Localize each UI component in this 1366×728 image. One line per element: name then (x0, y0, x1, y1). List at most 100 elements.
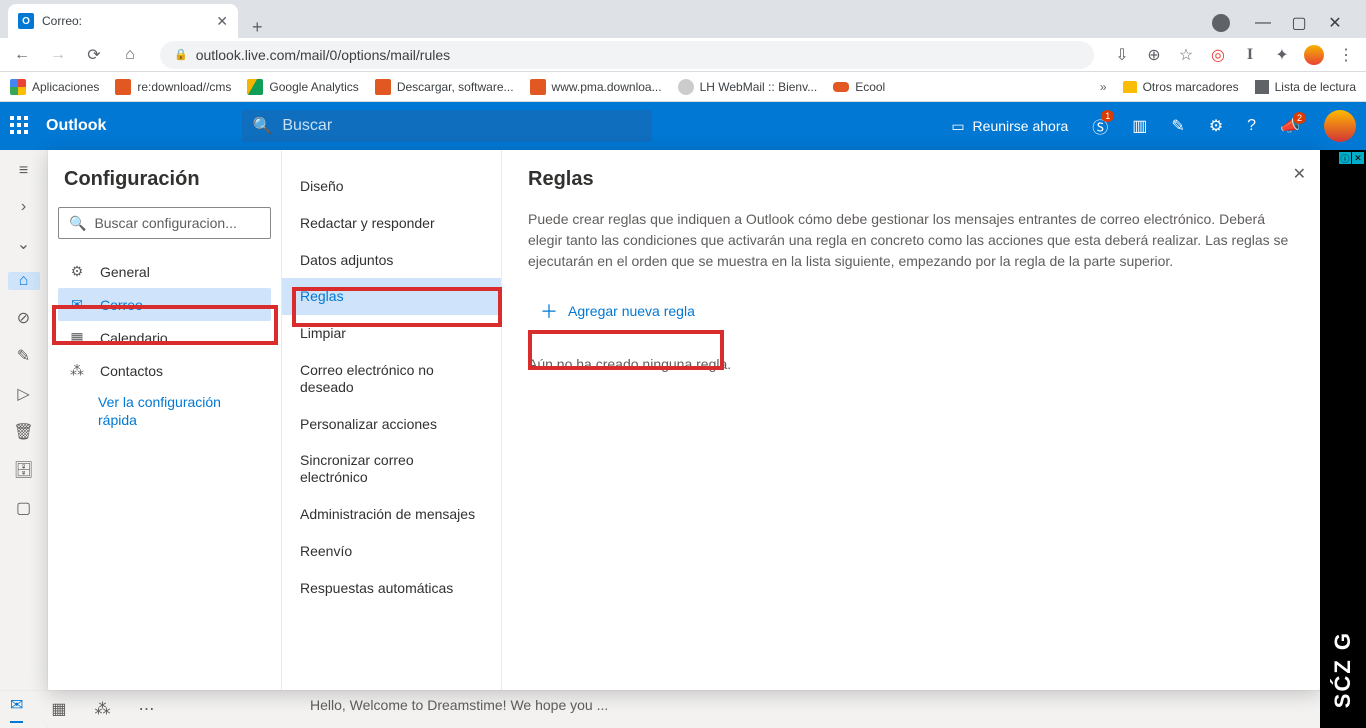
tab-title: Correo: (42, 14, 208, 28)
sub-compose[interactable]: Redactar y responder (282, 205, 501, 242)
hamburger-icon[interactable]: ≡ (19, 162, 28, 180)
app-name[interactable]: Outlook (46, 117, 106, 135)
browser-tab[interactable]: O Correo: ✕ (8, 4, 238, 38)
sent-icon[interactable]: ▷ (17, 384, 29, 404)
teams-icon[interactable]: ▥ (1132, 116, 1147, 136)
url-text: outlook.live.com/mail/0/options/mail/rul… (196, 47, 450, 63)
gear-icon: ⚙ (68, 263, 86, 280)
close-tab-icon[interactable]: ✕ (216, 13, 228, 30)
star-icon[interactable]: ☆ (1176, 45, 1196, 65)
chevron-down-icon[interactable]: ⌄ (17, 234, 30, 254)
deleted-icon[interactable]: 🗑 (13, 422, 33, 442)
profile-avatar[interactable] (1304, 45, 1324, 65)
inbox-icon[interactable]: ⌂ (8, 272, 40, 290)
ext-icon[interactable]: ◎ (1208, 45, 1228, 65)
sub-junk[interactable]: Correo electrónico no deseado (282, 352, 501, 406)
nav-calendar[interactable]: ▦Calendario (58, 321, 271, 354)
lock-icon: 🔒 (174, 48, 188, 61)
install-icon[interactable]: ⇩ (1112, 45, 1132, 65)
sub-forwarding[interactable]: Reenvío (282, 533, 501, 570)
sub-attachments[interactable]: Datos adjuntos (282, 242, 501, 279)
meet-now-button[interactable]: ▭ Reunirse ahora (951, 118, 1068, 135)
bookmark-item[interactable]: Descargar, software... (375, 79, 514, 95)
extensions-icon[interactable]: ✦ (1272, 45, 1292, 65)
sub-actions[interactable]: Personalizar acciones (282, 406, 501, 443)
mail-module-icon[interactable]: ✉ (10, 695, 23, 723)
settings-icon[interactable]: ⚙ (1209, 116, 1223, 136)
calendar-module-icon[interactable]: ▦ (51, 699, 66, 719)
chevron-right-icon[interactable]: › (21, 198, 26, 216)
bookmarks-overflow[interactable]: » (1100, 80, 1107, 94)
search-placeholder: Buscar (282, 117, 332, 135)
sub-sweep[interactable]: Limpiar (282, 315, 501, 352)
message-preview: Hello, Welcome to Dreamstime! We hope yo… (310, 697, 608, 713)
sub-msg-handling[interactable]: Administración de mensajes (282, 496, 501, 533)
apps-bookmark[interactable]: Aplicaciones (10, 79, 99, 95)
settings-subnav-col: Diseño Redactar y responder Datos adjunt… (282, 150, 502, 690)
other-bookmarks[interactable]: Otros marcadores (1123, 80, 1239, 94)
bookmark-item[interactable]: LH WebMail :: Bienv... (678, 79, 818, 95)
add-rule-button[interactable]: ＋ Agregar nueva regla (528, 290, 707, 332)
forward-button[interactable]: → (46, 46, 70, 64)
content-description: Puede crear reglas que indiquen a Outloo… (528, 209, 1294, 272)
announce-icon[interactable]: 📣2 (1280, 116, 1300, 136)
close-window-button[interactable]: ✕ (1320, 8, 1350, 38)
sub-sync[interactable]: Sincronizar correo electrónico (282, 442, 501, 496)
profile-indicator-icon[interactable] (1212, 14, 1230, 32)
plus-icon: ＋ (540, 298, 558, 324)
ad-text: SĆZ G (1330, 631, 1356, 708)
back-button[interactable]: ← (10, 46, 34, 64)
skype-icon[interactable]: Ⓢ1 (1092, 114, 1108, 138)
bookmark-item[interactable]: Ecool (833, 80, 885, 94)
home-button[interactable]: ⌂ (118, 46, 142, 64)
camera-icon: ▭ (951, 118, 964, 135)
nav-mail[interactable]: ✉Correo (58, 288, 271, 321)
settings-nav-col: Configuración 🔍 Buscar configuracion... … (48, 150, 282, 690)
settings-title: Configuración (58, 168, 271, 191)
menu-icon[interactable]: ⋮ (1336, 45, 1356, 65)
nav-people[interactable]: ⁂Contactos (58, 354, 271, 387)
more-modules-icon[interactable]: ⋯ (139, 699, 155, 719)
settings-search-input[interactable]: 🔍 Buscar configuracion... (58, 207, 271, 239)
junk-icon[interactable]: ⊘ (17, 308, 30, 328)
app-launcher-icon[interactable] (10, 116, 30, 136)
ad-sidebar: ⓘ✕ SĆZ G (1320, 150, 1366, 728)
reading-list[interactable]: Lista de lectura (1255, 80, 1356, 94)
bookmark-item[interactable]: www.pma.downloa... (530, 79, 662, 95)
notes-icon[interactable]: ✎ (1171, 116, 1184, 136)
archive-icon[interactable]: 🗄 (13, 460, 33, 480)
settings-panel: Configuración 🔍 Buscar configuracion... … (48, 150, 1320, 690)
bookmark-item[interactable]: Google Analytics (247, 79, 358, 95)
quick-settings-link[interactable]: Ver la configuración rápida (58, 387, 271, 429)
sub-autoreply[interactable]: Respuestas automáticas (282, 570, 501, 607)
user-avatar[interactable] (1324, 110, 1356, 142)
sub-layout[interactable]: Diseño (282, 168, 501, 205)
settings-content: ✕ Reglas Puede crear reglas que indiquen… (502, 150, 1320, 690)
people-module-icon[interactable]: ⁂ (95, 699, 111, 719)
content-heading: Reglas (528, 168, 1294, 191)
outlook-header: Outlook 🔍 Buscar ▭ Reunirse ahora Ⓢ1 ▥ ✎… (0, 102, 1366, 150)
notes-rail-icon[interactable]: ▢ (16, 498, 31, 518)
url-input[interactable]: 🔒 outlook.live.com/mail/0/options/mail/r… (160, 41, 1094, 69)
bookmarks-bar: Aplicaciones re:download//cms Google Ana… (0, 72, 1366, 102)
nav-general[interactable]: ⚙General (58, 255, 271, 288)
search-input[interactable]: 🔍 Buscar (242, 110, 652, 142)
new-tab-button[interactable]: + (238, 17, 277, 38)
people-icon: ⁂ (68, 362, 86, 379)
drafts-icon[interactable]: ✎ (17, 346, 30, 366)
bookmark-item[interactable]: re:download//cms (115, 79, 231, 95)
search-icon: 🔍 (252, 116, 272, 136)
outlook-favicon: O (18, 13, 34, 29)
reload-button[interactable]: ⟳ (82, 45, 106, 65)
close-settings-button[interactable]: ✕ (1293, 164, 1306, 184)
browser-tab-strip: O Correo: ✕ + — ▢ ✕ (0, 0, 1366, 38)
sub-rules[interactable]: Reglas (282, 278, 501, 315)
minimize-button[interactable]: — (1248, 8, 1278, 38)
help-icon[interactable]: ? (1247, 117, 1256, 135)
empty-state: Aún no ha creado ninguna regla. (528, 356, 1294, 372)
zoom-icon[interactable]: ⊕ (1144, 45, 1164, 65)
ext-label[interactable]: I (1240, 46, 1260, 64)
maximize-button[interactable]: ▢ (1284, 8, 1314, 38)
ad-controls[interactable]: ⓘ✕ (1339, 152, 1364, 164)
address-bar: ← → ⟳ ⌂ 🔒 outlook.live.com/mail/0/option… (0, 38, 1366, 72)
